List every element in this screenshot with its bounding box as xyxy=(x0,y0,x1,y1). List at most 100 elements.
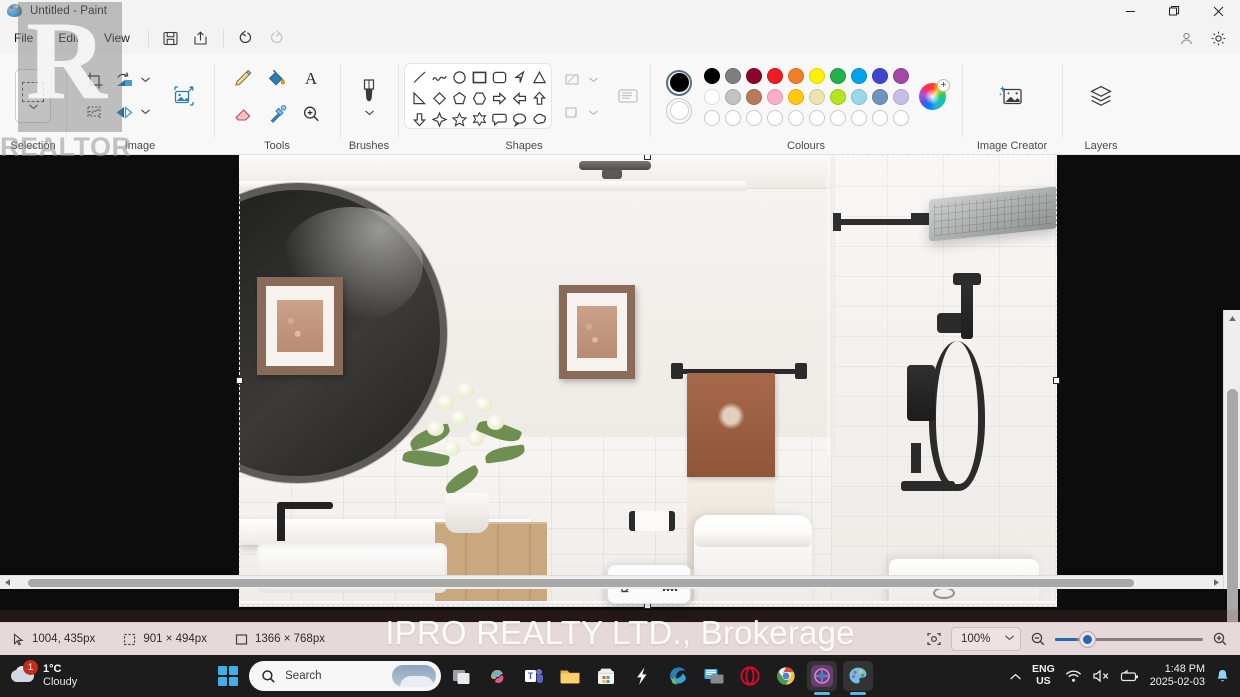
menu-edit[interactable]: Edit xyxy=(47,27,90,49)
colour-cell[interactable] xyxy=(827,65,848,86)
scroll-up-arrow-icon[interactable] xyxy=(1224,310,1240,327)
colour-swatch-1-5[interactable] xyxy=(787,67,804,84)
colour-cell[interactable] xyxy=(722,107,743,128)
shape-diamond[interactable] xyxy=(430,88,450,109)
colour-cell[interactable] xyxy=(827,86,848,107)
colour-swatch-2-4[interactable] xyxy=(766,88,783,105)
colour-swatch-1-10[interactable] xyxy=(892,67,909,84)
colour-swatch-1-1[interactable] xyxy=(703,67,720,84)
menu-file[interactable]: File xyxy=(3,27,44,49)
colour-swatch-2-5[interactable] xyxy=(787,88,804,105)
eyedropper-icon[interactable] xyxy=(260,97,294,131)
colour-cell[interactable] xyxy=(890,86,911,107)
file-explorer-icon[interactable] xyxy=(555,661,585,691)
zoom-in-icon[interactable] xyxy=(1212,631,1228,647)
colour-cell[interactable] xyxy=(890,107,911,128)
horizontal-scroll-track[interactable] xyxy=(14,576,1209,590)
lightning-app-icon[interactable] xyxy=(627,661,657,691)
shape-oval-callout[interactable] xyxy=(510,109,530,128)
share-icon[interactable] xyxy=(186,25,216,51)
copilot-icon[interactable] xyxy=(483,661,513,691)
fill-bucket-icon[interactable] xyxy=(260,61,294,95)
colour-cell[interactable] xyxy=(806,86,827,107)
colour-swatch-1-7[interactable] xyxy=(829,67,846,84)
colour-cell[interactable] xyxy=(743,65,764,86)
colour-swatch-2-1[interactable] xyxy=(703,88,720,105)
shape-six-point-star[interactable] xyxy=(470,109,490,128)
shape-left-arrow[interactable] xyxy=(510,88,530,109)
colour-swatch-1-2[interactable] xyxy=(724,67,741,84)
shape-rounded-rectangle[interactable] xyxy=(490,67,510,88)
colour-swatch-1-3[interactable] xyxy=(745,67,762,84)
shape-down-arrow[interactable] xyxy=(410,109,430,128)
chevron-down-icon-outline[interactable] xyxy=(588,76,599,84)
colour-cell[interactable] xyxy=(785,107,806,128)
colour-swatch-2-8[interactable] xyxy=(850,88,867,105)
zoom-level-dropdown[interactable]: 100% xyxy=(951,627,1021,651)
brush-icon[interactable] xyxy=(352,75,386,109)
colour-cell[interactable] xyxy=(764,65,785,86)
wifi-icon[interactable] xyxy=(1065,669,1082,683)
colour-swatch-3-9[interactable] xyxy=(871,109,888,126)
chevron-down-icon-brushes[interactable] xyxy=(364,109,375,117)
colour-swatch-2-10[interactable] xyxy=(892,88,909,105)
colour-cell[interactable] xyxy=(743,107,764,128)
shape-polygon[interactable] xyxy=(510,67,530,88)
colour-cell[interactable] xyxy=(869,65,890,86)
colour-cell[interactable] xyxy=(722,65,743,86)
colour-cell[interactable] xyxy=(785,86,806,107)
chevron-down-icon-fill[interactable] xyxy=(588,109,599,117)
microsoft-store-icon[interactable] xyxy=(591,661,621,691)
shape-hexagon[interactable] xyxy=(470,88,490,109)
shape-right-triangle[interactable] xyxy=(410,88,430,109)
colour-swatch-3-4[interactable] xyxy=(766,109,783,126)
secondary-colour-swatch[interactable] xyxy=(666,97,692,124)
zoom-out-icon[interactable] xyxy=(1030,631,1046,647)
colour-cell[interactable] xyxy=(869,107,890,128)
chevron-down-icon-rotate[interactable] xyxy=(140,76,151,84)
rectangular-selection-tool[interactable] xyxy=(15,69,51,123)
colour-cell[interactable] xyxy=(764,107,785,128)
primary-colour-swatch[interactable] xyxy=(666,69,692,96)
undo-icon[interactable] xyxy=(231,25,261,51)
outline-icon[interactable] xyxy=(558,65,588,95)
chevron-up-icon[interactable] xyxy=(1009,672,1022,681)
flip-icon[interactable] xyxy=(110,97,140,127)
battery-icon[interactable] xyxy=(1120,669,1140,683)
add-colour-icon[interactable]: + xyxy=(937,79,950,92)
rotate-icon[interactable] xyxy=(110,65,140,95)
colour-cell[interactable] xyxy=(848,65,869,86)
eraser-icon[interactable] xyxy=(226,97,260,131)
colour-swatch-3-10[interactable] xyxy=(892,109,909,126)
colour-cell[interactable] xyxy=(743,86,764,107)
chevron-down-icon-zoom[interactable] xyxy=(1004,633,1015,645)
zoom-slider-thumb[interactable] xyxy=(1080,631,1095,647)
colour-swatch-3-1[interactable] xyxy=(703,109,720,126)
colour-swatch-2-9[interactable] xyxy=(871,88,888,105)
shape-cloud-callout[interactable] xyxy=(530,109,550,128)
canvas-region[interactable] xyxy=(0,155,1240,622)
language-indicator[interactable]: ENG US xyxy=(1032,663,1055,688)
task-view-icon[interactable] xyxy=(447,661,477,691)
colour-swatch-3-6[interactable] xyxy=(808,109,825,126)
colour-cell[interactable] xyxy=(806,65,827,86)
colour-swatch-3-7[interactable] xyxy=(829,109,846,126)
colour-cell[interactable] xyxy=(701,107,722,128)
colour-swatch-3-5[interactable] xyxy=(787,109,804,126)
magnifier-icon[interactable] xyxy=(294,97,328,131)
paint-app-icon[interactable] xyxy=(843,661,874,695)
chevron-down-icon-flip[interactable] xyxy=(140,108,151,116)
menu-view[interactable]: View xyxy=(93,27,141,49)
colour-cell[interactable] xyxy=(722,86,743,107)
zoom-slider[interactable] xyxy=(1055,631,1203,647)
colour-swatch-3-8[interactable] xyxy=(850,109,867,126)
colour-swatch-3-3[interactable] xyxy=(745,109,762,126)
vertical-scroll-track[interactable] xyxy=(1224,327,1240,622)
colour-swatch-1-4[interactable] xyxy=(766,67,783,84)
google-chrome-icon[interactable] xyxy=(771,661,801,691)
fill-icon[interactable] xyxy=(558,98,588,128)
vertical-scroll-thumb[interactable] xyxy=(1226,389,1238,622)
shape-rounded-callout[interactable] xyxy=(490,109,510,128)
shapes-gallery[interactable] xyxy=(403,63,552,129)
colour-swatch-1-6[interactable] xyxy=(808,67,825,84)
